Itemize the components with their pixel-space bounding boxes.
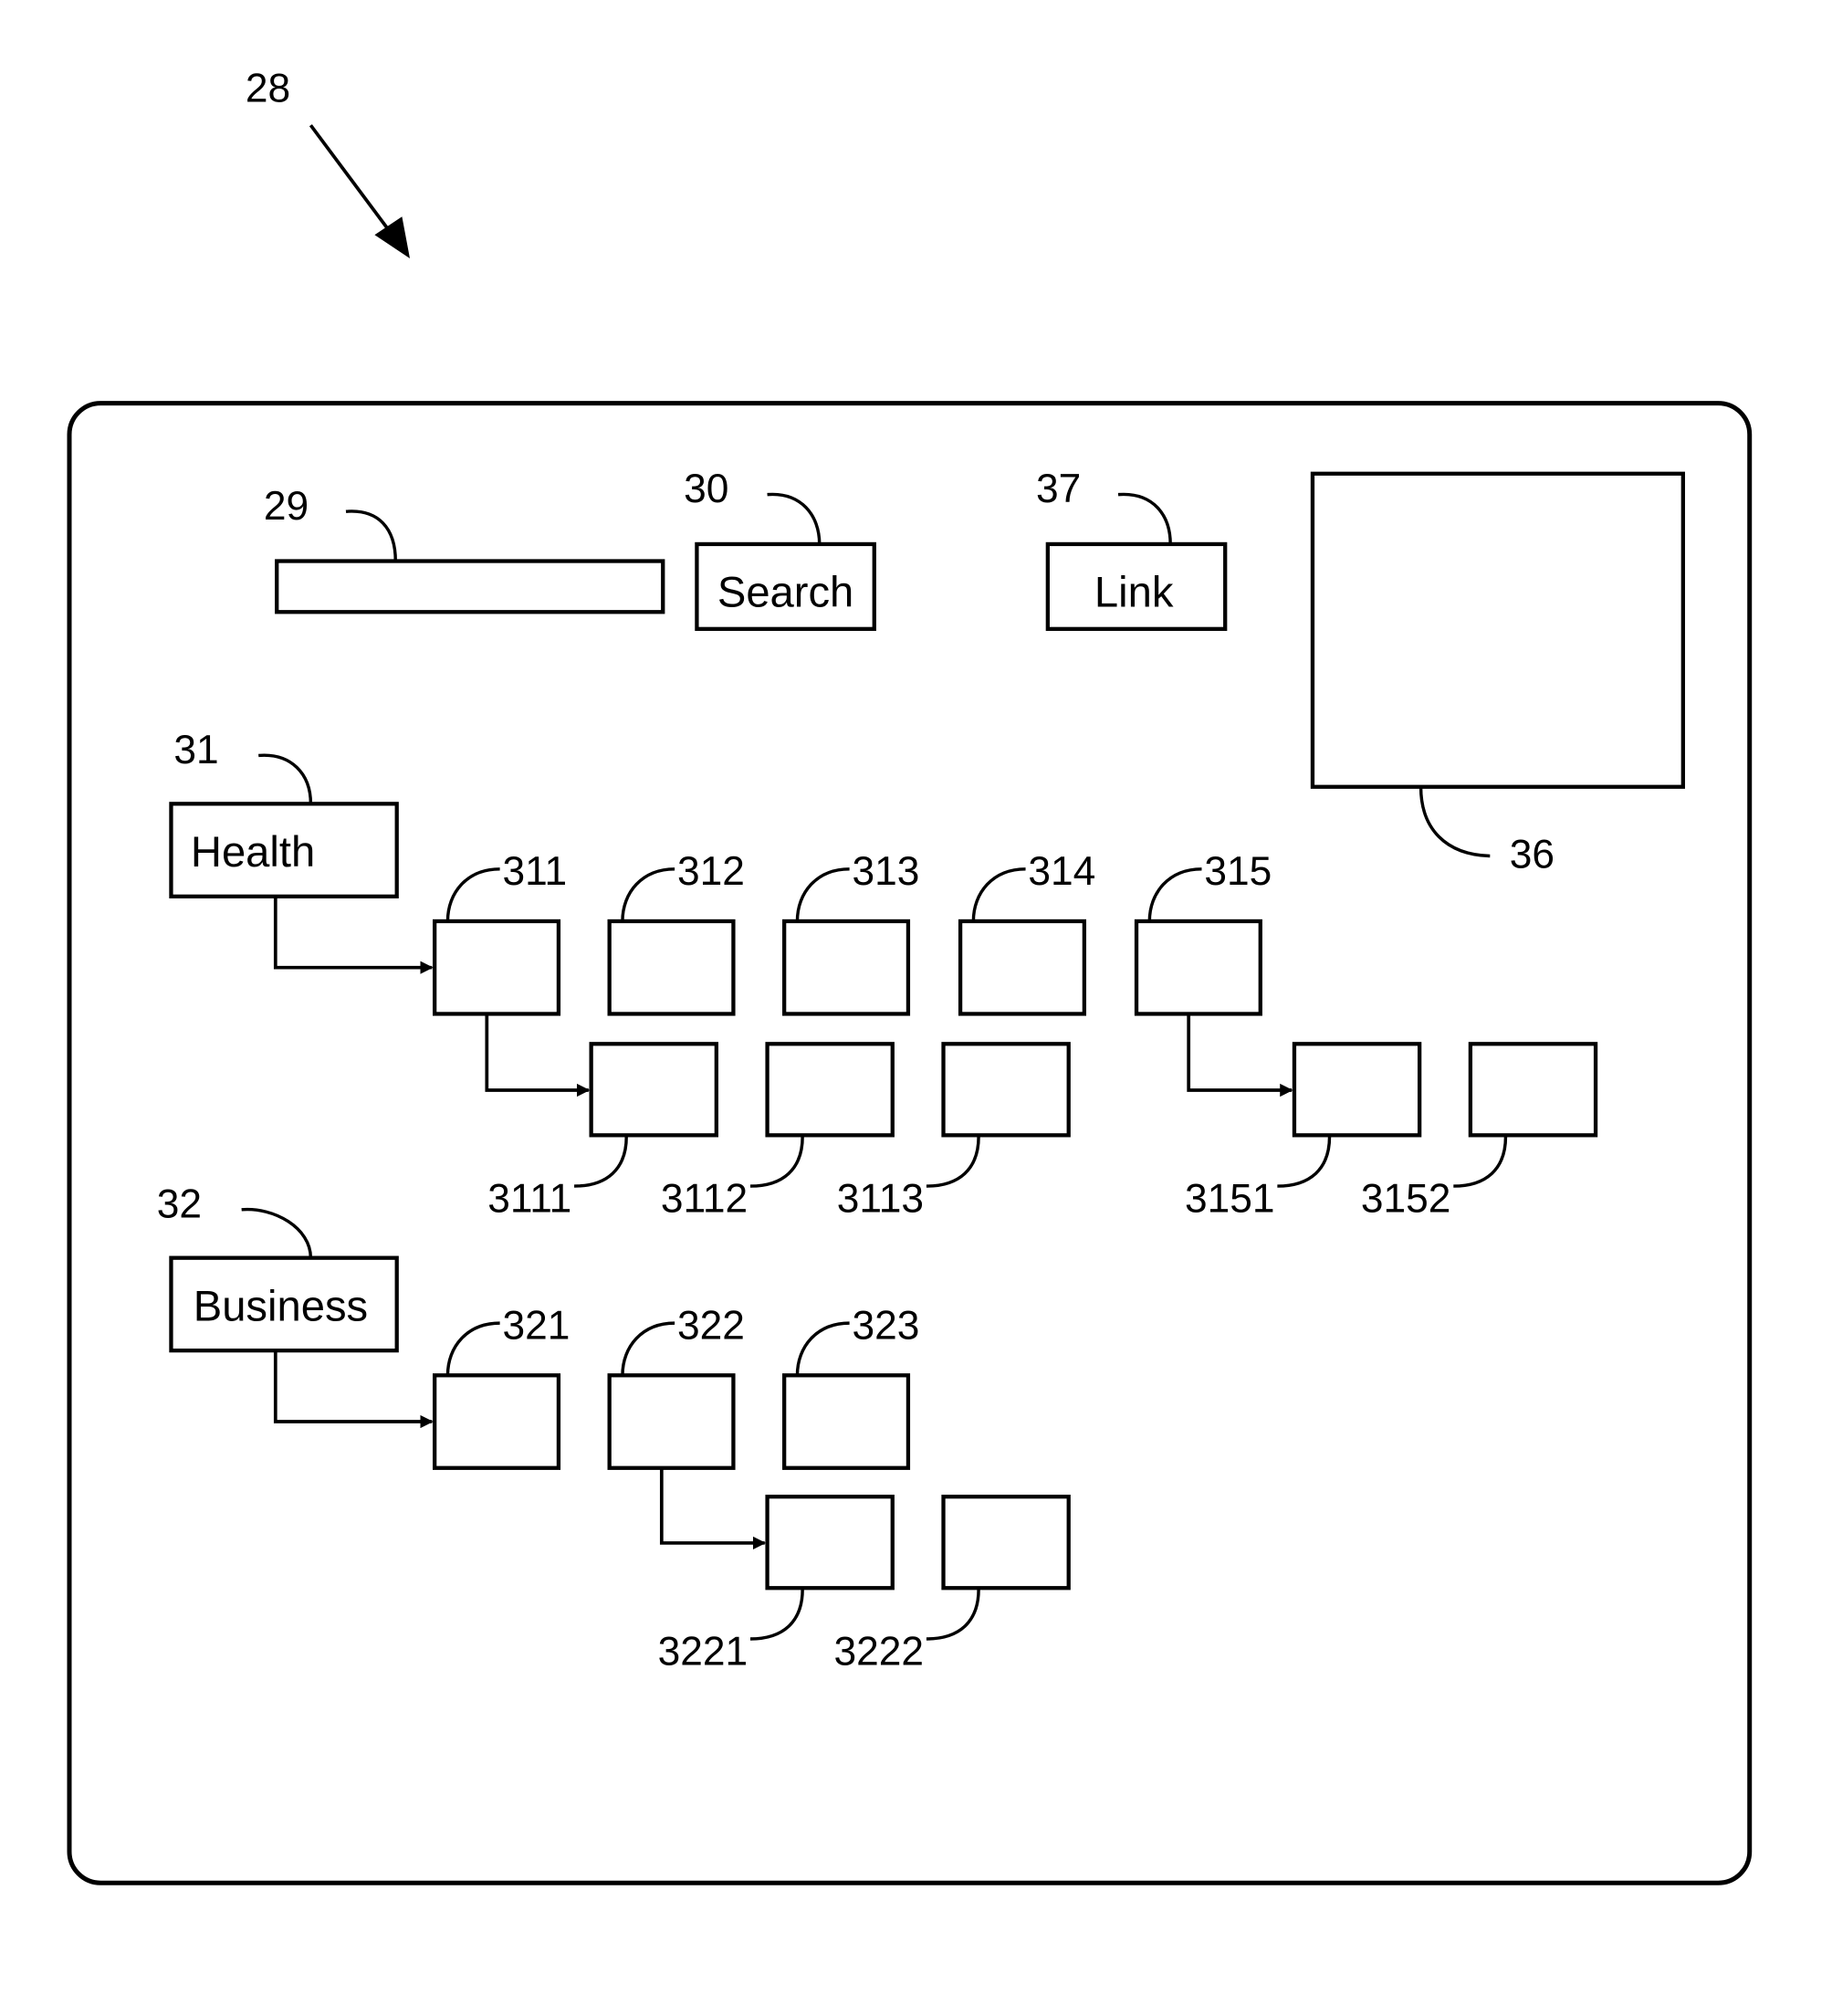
search-field-reference: 29 bbox=[264, 484, 309, 529]
subitem-reference: 3221 bbox=[658, 1630, 749, 1675]
link-button-reference: 37 bbox=[1036, 467, 1081, 511]
search-button-reference: 30 bbox=[684, 467, 728, 511]
item-box[interactable] bbox=[607, 1373, 736, 1470]
subitem-box[interactable] bbox=[941, 1042, 1071, 1138]
category-reference: 32 bbox=[157, 1181, 202, 1226]
subitem-reference: 3222 bbox=[834, 1630, 925, 1675]
item-reference: 322 bbox=[677, 1303, 745, 1348]
subitem-box[interactable] bbox=[1468, 1042, 1598, 1138]
item-reference: 313 bbox=[852, 849, 919, 894]
category-reference: 31 bbox=[173, 728, 218, 772]
search-input[interactable] bbox=[275, 559, 665, 614]
subitem-box[interactable] bbox=[765, 1042, 895, 1138]
category-button-label: Health bbox=[191, 827, 315, 876]
item-box[interactable] bbox=[782, 1373, 911, 1470]
item-box[interactable] bbox=[782, 919, 911, 1016]
subitem-reference: 3112 bbox=[661, 1177, 748, 1222]
category-button-health[interactable]: Health bbox=[169, 802, 399, 898]
patent-figure: 28 29 30 Search 37 Link 36 31Health 3113… bbox=[67, 66, 1753, 1885]
item-reference: 323 bbox=[852, 1303, 919, 1348]
search-button-label: Search bbox=[717, 568, 853, 616]
figure-reference-label: 28 bbox=[246, 66, 290, 110]
item-box[interactable] bbox=[433, 1373, 561, 1470]
subitem-box[interactable] bbox=[589, 1042, 718, 1138]
subitem-box[interactable] bbox=[1292, 1042, 1422, 1138]
subitem-box[interactable] bbox=[765, 1495, 895, 1591]
search-button[interactable]: Search bbox=[695, 541, 876, 631]
item-box[interactable] bbox=[1134, 919, 1262, 1016]
category-button-business[interactable]: Business bbox=[169, 1255, 399, 1353]
category-button-label: Business bbox=[194, 1281, 368, 1329]
item-reference: 312 bbox=[677, 849, 745, 894]
item-reference: 315 bbox=[1204, 849, 1272, 894]
item-box[interactable] bbox=[958, 919, 1087, 1016]
link-button[interactable]: Link bbox=[1045, 541, 1228, 631]
item-reference: 314 bbox=[1028, 849, 1095, 894]
subitem-reference: 3113 bbox=[837, 1177, 924, 1222]
item-reference: 311 bbox=[502, 849, 567, 894]
display-panel-reference: 36 bbox=[1510, 832, 1555, 877]
item-reference: 321 bbox=[502, 1303, 570, 1348]
item-box[interactable] bbox=[433, 919, 561, 1016]
item-box[interactable] bbox=[607, 919, 736, 1016]
display-panel bbox=[1310, 471, 1685, 789]
figure-pointer-arrow-icon bbox=[309, 124, 410, 258]
link-button-label: Link bbox=[1094, 568, 1174, 616]
subitem-reference: 3152 bbox=[1361, 1177, 1451, 1222]
subitem-reference: 3151 bbox=[1185, 1177, 1275, 1222]
subitem-reference: 3111 bbox=[487, 1177, 571, 1222]
subitem-box[interactable] bbox=[941, 1495, 1071, 1591]
